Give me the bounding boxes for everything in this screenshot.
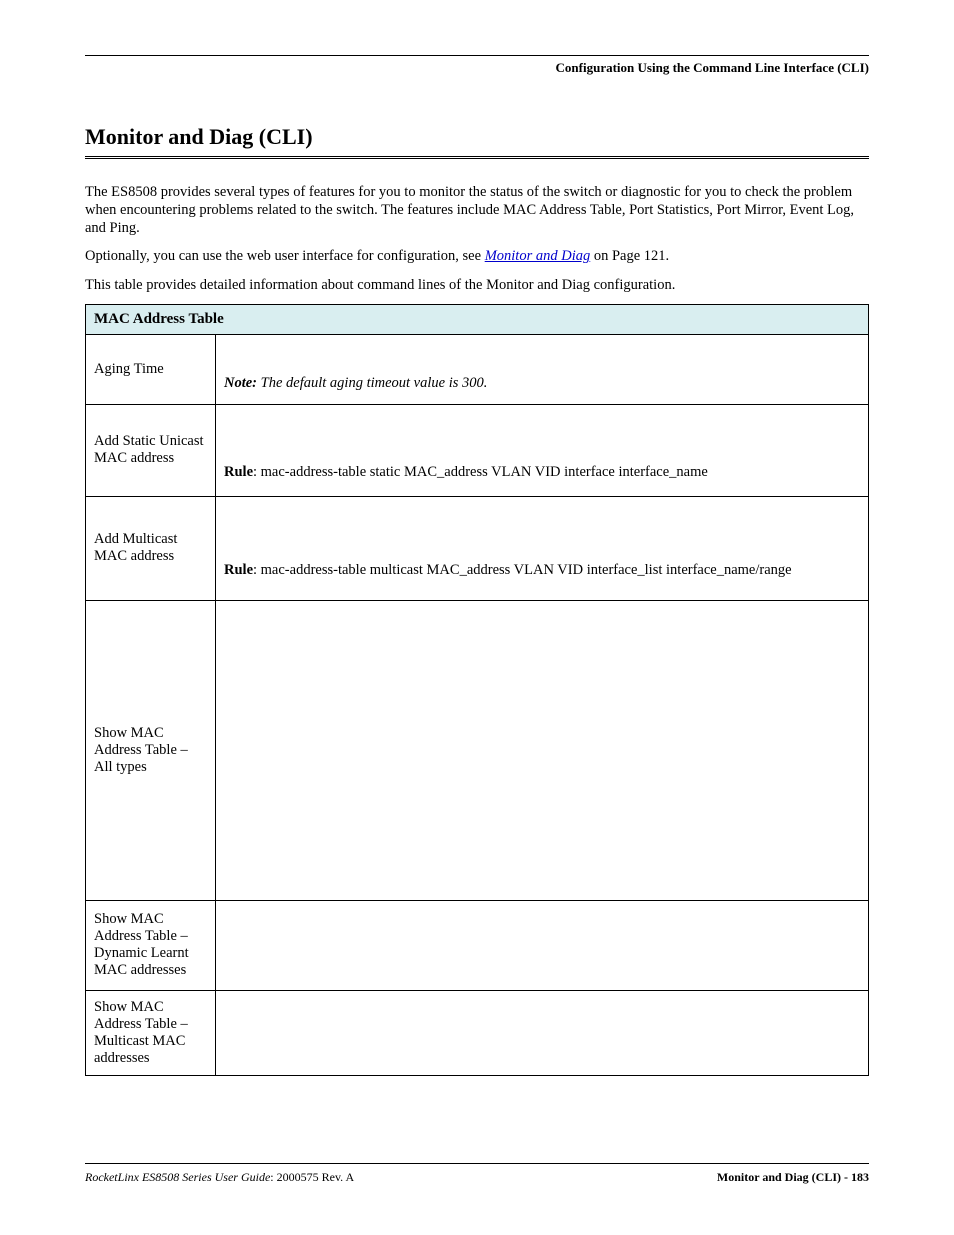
row-content [216,600,869,900]
intro-p2-post: on Page 121. [590,248,669,264]
page-title: Monitor and Diag (CLI) [85,124,869,150]
row-content [216,900,869,990]
running-head: Configuration Using the Command Line Int… [85,60,869,76]
footer-right: Monitor and Diag (CLI) - 183 [717,1170,869,1185]
footer-left: RocketLinx ES8508 Series User Guide: 200… [85,1170,354,1185]
intro-paragraph-3: This table provides detailed information… [85,276,869,294]
table-row: Show MAC Address Table – All types [86,600,869,900]
footer-doc-rev: : 2000575 Rev. A [270,1170,354,1184]
row-label: Show MAC Address Table – All types [86,600,216,900]
row-label: Add Multicast MAC address [86,496,216,600]
table-row: Add Multicast MAC address Rule: mac-addr… [86,496,869,600]
rule-label: Rule [224,562,253,578]
table-row: Aging Time Note: The default aging timeo… [86,334,869,404]
row-content: Note: The default aging timeout value is… [216,334,869,404]
note-label: Note: [224,375,261,391]
row-content [216,990,869,1075]
row-label: Show MAC Address Table – Dynamic Learnt … [86,900,216,990]
note-body: The default aging timeout value is 300. [261,375,488,391]
mac-address-table: MAC Address Table Aging Time Note: The d… [85,304,869,1076]
table-header: MAC Address Table [86,304,869,334]
rule-body: : mac-address-table static MAC_address V… [253,464,708,480]
row-label: Add Static Unicast MAC address [86,404,216,496]
rule-body: : mac-address-table multicast MAC_addres… [253,562,792,578]
intro-paragraph-2: Optionally, you can use the web user int… [85,247,869,265]
table-row: Show MAC Address Table – Multicast MAC a… [86,990,869,1075]
monitor-diag-link[interactable]: Monitor and Diag [485,248,591,264]
intro-p2-pre: Optionally, you can use the web user int… [85,248,485,264]
row-label: Aging Time [86,334,216,404]
table-row: Add Static Unicast MAC address Rule: mac… [86,404,869,496]
page-footer: RocketLinx ES8508 Series User Guide: 200… [85,1163,869,1185]
row-content: Rule: mac-address-table static MAC_addre… [216,404,869,496]
row-content: Rule: mac-address-table multicast MAC_ad… [216,496,869,600]
row-label: Show MAC Address Table – Multicast MAC a… [86,990,216,1075]
title-rule [85,156,869,159]
table-row: Show MAC Address Table – Dynamic Learnt … [86,900,869,990]
footer-doc-title: RocketLinx ES8508 Series User Guide [85,1170,270,1184]
intro-paragraph-1: The ES8508 provides several types of fea… [85,183,869,237]
rule-label: Rule [224,464,253,480]
